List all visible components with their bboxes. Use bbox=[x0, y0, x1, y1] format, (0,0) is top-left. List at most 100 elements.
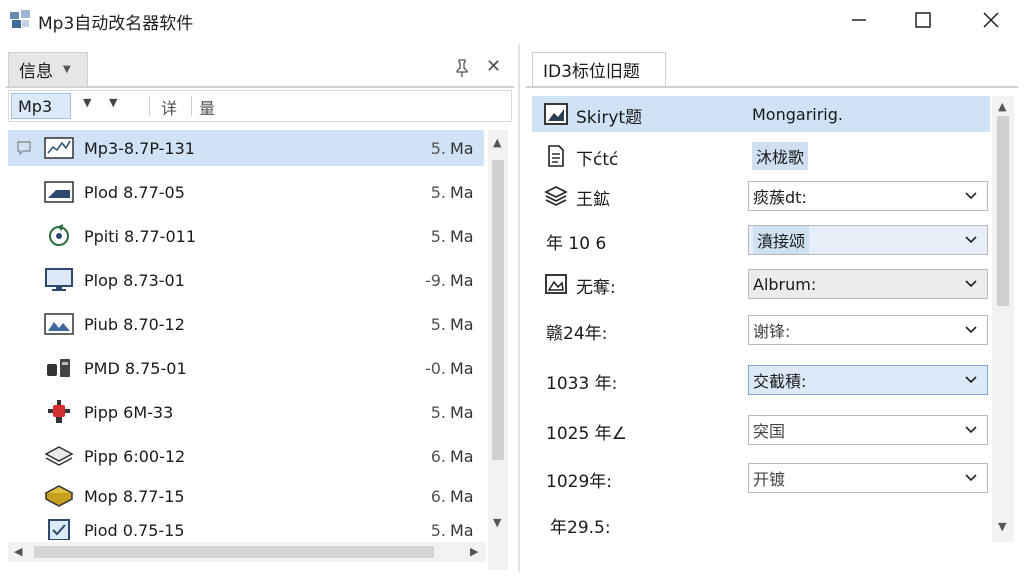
scroll-down-icon[interactable]: ▼ bbox=[493, 516, 501, 529]
file-size: -0. bbox=[424, 358, 446, 378]
properties-vertical-scrollbar[interactable]: ▲ ▼ bbox=[992, 96, 1014, 542]
property-label: 1033 年: bbox=[546, 374, 618, 394]
file-modified: Ma bbox=[450, 270, 474, 290]
list-item[interactable]: PMD 8.75-01 -0. Ma bbox=[8, 350, 484, 386]
property-value-text: 谢锋: bbox=[753, 322, 791, 341]
property-label: 年 10 6 bbox=[546, 234, 607, 254]
property-dropdown[interactable]: 痰蔟dt: bbox=[748, 181, 988, 211]
scrollbar-thumb[interactable] bbox=[34, 546, 434, 558]
property-row[interactable]: 赣24年: 谢锋: bbox=[532, 312, 990, 348]
file-name: Mop 8.77-15 bbox=[84, 486, 185, 506]
robot-icon bbox=[48, 400, 70, 423]
property-label: 1025 年∠ bbox=[546, 424, 627, 444]
file-modified: Ma bbox=[450, 226, 474, 246]
maximize-button[interactable] bbox=[900, 0, 946, 40]
scroll-right-icon[interactable]: ▶ bbox=[470, 545, 478, 558]
comment-icon[interactable] bbox=[16, 140, 32, 156]
layers-icon bbox=[544, 186, 568, 206]
property-row[interactable]: 下ćtć 沐栊歌 bbox=[532, 138, 990, 174]
property-dropdown[interactable]: 交截積: bbox=[748, 365, 988, 395]
landscape-image-icon bbox=[44, 313, 74, 335]
file-modified: Ma bbox=[450, 314, 474, 334]
sync-icon bbox=[49, 224, 69, 246]
file-list: Mp3-8.7P-131 5. Ma Plod 8.77-05 5. Ma Pp… bbox=[8, 130, 484, 540]
amount-field[interactable]: 量 bbox=[199, 95, 215, 119]
property-value-text: 交截積: bbox=[753, 372, 807, 391]
property-dropdown[interactable]: 谢锋: bbox=[748, 315, 988, 345]
scroll-left-icon[interactable]: ◀ bbox=[14, 545, 22, 558]
chevron-down-icon bbox=[965, 236, 977, 244]
title-bar: Mp3自动改名器软件 bbox=[0, 0, 1024, 40]
panel-splitter[interactable] bbox=[518, 44, 520, 572]
document-icon bbox=[548, 145, 564, 167]
property-value-text: 濆接颂 bbox=[753, 226, 810, 254]
property-dropdown[interactable]: 开镀 bbox=[748, 463, 988, 493]
property-row[interactable]: 1025 年∠ 突国 bbox=[532, 412, 990, 448]
property-dropdown[interactable]: Albrum: bbox=[748, 269, 988, 299]
property-row[interactable]: 年29.5: bbox=[532, 506, 990, 542]
property-label: 1029年: bbox=[546, 472, 612, 492]
file-size: 5. bbox=[430, 402, 446, 422]
file-list-vertical-scrollbar[interactable]: ▲ ▼ bbox=[488, 130, 508, 570]
close-button[interactable] bbox=[968, 0, 1014, 40]
details-field[interactable]: 详 bbox=[161, 95, 177, 119]
tab-id3[interactable]: ID3标位旧题 bbox=[532, 52, 666, 86]
property-row[interactable]: 无奪: Albrum: bbox=[532, 266, 990, 302]
list-item[interactable]: Ppiti 8.77-011 5. Ma bbox=[8, 218, 484, 254]
format-filter[interactable]: Mp3 bbox=[11, 93, 71, 119]
property-row[interactable]: 年 10 6 濆接颂 bbox=[532, 222, 990, 258]
property-dropdown[interactable]: 突国 bbox=[748, 415, 988, 445]
minimize-button[interactable] bbox=[836, 0, 882, 40]
property-label: 年29.5: bbox=[550, 518, 611, 538]
property-row[interactable]: 王鉱 痰蔟dt: bbox=[532, 178, 990, 214]
list-item[interactable]: Pipp 6:00-12 6. Ma bbox=[8, 438, 484, 474]
list-item[interactable]: Plod 8.77-05 5. Ma bbox=[8, 174, 484, 210]
panel-close-icon[interactable]: ✕ bbox=[486, 56, 501, 77]
property-label: Skiryt题 bbox=[576, 108, 643, 128]
chevron-down-icon bbox=[965, 280, 977, 288]
scrollbar-thumb[interactable] bbox=[492, 160, 504, 460]
list-item[interactable]: Mop 8.77-15 6. Ma bbox=[8, 478, 484, 514]
property-value[interactable]: Mongaririg. bbox=[748, 99, 988, 129]
property-value-text: 开镀 bbox=[753, 470, 786, 489]
close-icon bbox=[983, 12, 999, 28]
file-size: 5. bbox=[430, 138, 446, 158]
property-row[interactable]: 1033 年: 交截積: bbox=[532, 362, 990, 398]
property-value-text: 沐栊歌 bbox=[752, 142, 809, 170]
file-size: 6. bbox=[430, 446, 446, 466]
property-value-text: 痰蔟dt: bbox=[753, 188, 807, 207]
property-dropdown[interactable]: 濆接颂 bbox=[748, 225, 988, 255]
property-label: 王鉱 bbox=[576, 190, 610, 210]
list-item[interactable]: Pipp 6M-33 5. Ma bbox=[8, 394, 484, 430]
file-name: Plod 8.77-05 bbox=[84, 182, 185, 202]
file-size: 5. bbox=[430, 182, 446, 202]
list-item[interactable]: Piod 0.75-15 5. Ma bbox=[8, 512, 484, 540]
scrollbar-thumb[interactable] bbox=[997, 116, 1009, 306]
window-title: Mp3自动改名器软件 bbox=[38, 14, 194, 34]
list-item[interactable]: Plop 8.73-01 -9. Ma bbox=[8, 262, 484, 298]
scroll-up-icon[interactable]: ▲ bbox=[998, 100, 1006, 113]
scroll-up-icon[interactable]: ▲ bbox=[493, 136, 501, 149]
property-row[interactable]: 1029年: 开镀 bbox=[532, 460, 990, 496]
tab-divider bbox=[6, 86, 514, 88]
filter-toolbar: Mp3 ▼ ▼ 详 量 bbox=[8, 90, 512, 122]
scroll-down-icon[interactable]: ▼ bbox=[998, 520, 1006, 533]
chevron-down-icon[interactable]: ▼ bbox=[83, 96, 91, 109]
property-row[interactable]: Skiryt题 Mongaririg. bbox=[532, 96, 990, 132]
property-label: 赣24年: bbox=[546, 324, 608, 344]
file-name: Plop 8.73-01 bbox=[84, 270, 185, 290]
device-icon bbox=[47, 359, 70, 377]
list-item[interactable]: Piub 8.70-12 5. Ma bbox=[8, 306, 484, 342]
pin-icon[interactable] bbox=[452, 58, 472, 78]
list-item[interactable]: Mp3-8.7P-131 5. Ma bbox=[8, 130, 484, 166]
property-value[interactable]: 沐栊歌 bbox=[748, 141, 988, 171]
file-name: Piod 0.75-15 bbox=[84, 520, 185, 540]
maximize-icon bbox=[915, 12, 931, 28]
property-label: 下ćtć bbox=[576, 150, 619, 170]
tab-info[interactable]: 信息 ▼ bbox=[8, 52, 88, 86]
chevron-down-icon[interactable]: ▼ bbox=[109, 96, 117, 109]
chevron-down-icon bbox=[965, 376, 977, 384]
file-list-horizontal-scrollbar[interactable]: ◀ ▶ bbox=[8, 542, 486, 562]
stack-icon bbox=[44, 446, 74, 466]
file-modified: Ma bbox=[450, 182, 474, 202]
